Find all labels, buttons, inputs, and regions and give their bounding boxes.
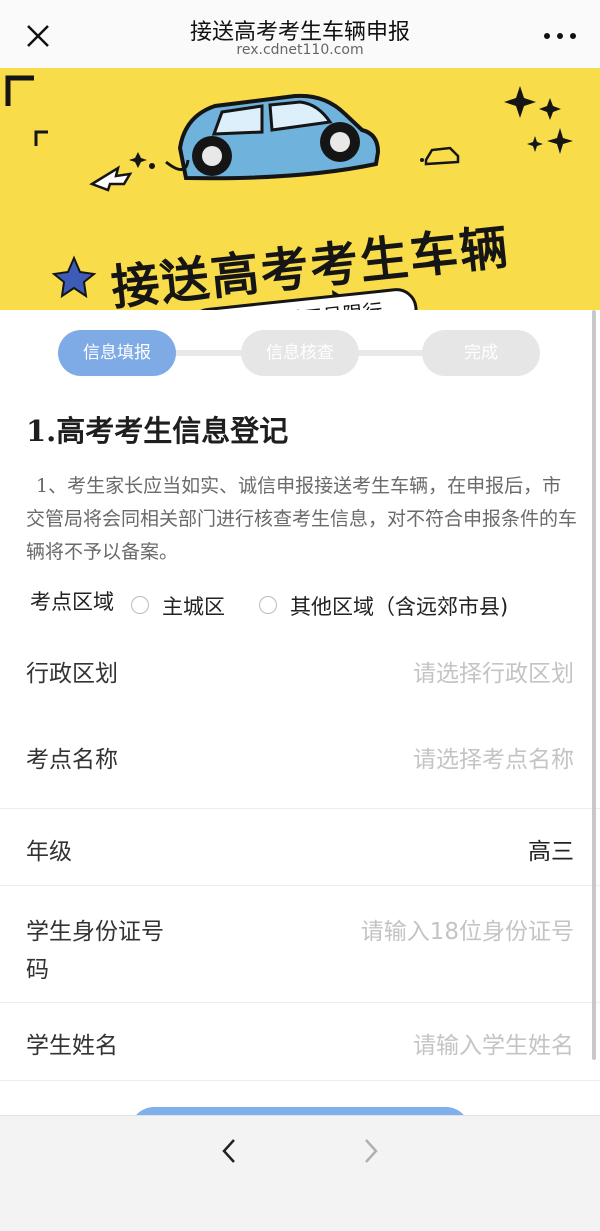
divider [0,1002,600,1003]
bottom-nav-bar [0,1115,600,1231]
grade-label: 年级 [26,839,72,865]
chevron-right-icon [365,1139,378,1163]
id-number-label-line2: 码 [26,957,49,983]
exam-area-row: 考点区域 主城区 其他区域（含远郊市县) [26,586,586,626]
notice-text: 1、考生家长应当如实、诚信申报接送考生车辆，在申报后，市交管局将会同相关部门进行… [26,475,578,563]
step-info-fill: 信息填报 [58,330,176,376]
divider [0,1080,600,1081]
scrollbar[interactable] [592,310,596,1060]
radio-other-area-label[interactable]: 其他区域（含远郊市县) [290,591,508,621]
section-title: 1.高考考生信息登记 [26,414,289,448]
radio-main-city[interactable] [131,596,149,614]
step-info-check: 信息核查 [241,330,359,376]
divider [0,808,600,809]
radio-main-city-label[interactable]: 主城区 [162,591,225,621]
exam-area-label: 考点区域 [30,590,114,614]
id-number-label-line1: 学生身份证号 [26,919,164,945]
chevron-left-icon [222,1139,235,1163]
student-name-input[interactable]: 请输入学生姓名 [413,1026,574,1060]
forward-button[interactable] [350,1136,390,1166]
car-icon [165,93,381,181]
page-url: rex.cdnet110.com [236,42,364,58]
district-select[interactable]: 请选择行政区划 [413,654,574,688]
radio-other-area[interactable] [259,596,277,614]
exam-site-label: 考点名称 [26,747,118,773]
id-number-input[interactable]: 请输入18位身份证号 [361,912,574,946]
banner: 接送高考考生车辆 申报不受尾号限行 [0,68,600,310]
back-button[interactable] [210,1136,250,1166]
top-nav-bar: 接送高考考生车辆申报 rex.cdnet110.com [0,0,600,68]
exam-site-select[interactable]: 请选择考点名称 [413,740,574,774]
divider [0,885,600,886]
district-label: 行政区划 [26,661,118,687]
step-complete: 完成 [422,330,540,376]
student-name-label: 学生姓名 [26,1033,118,1059]
grade-value[interactable]: 高三 [528,832,574,866]
more-button[interactable] [544,28,578,42]
